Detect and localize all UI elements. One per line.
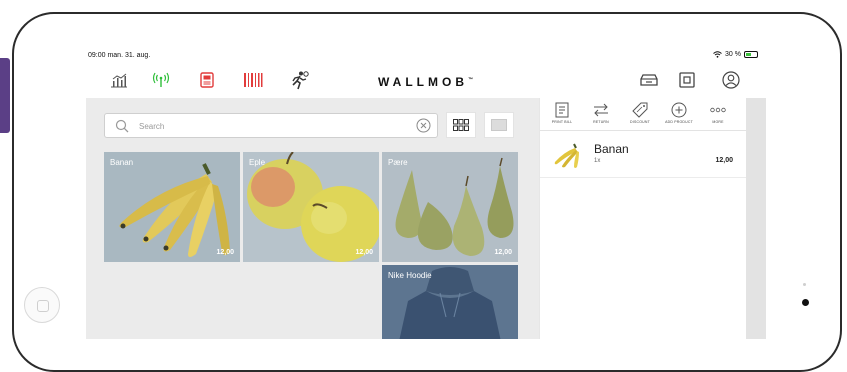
wifi-icon <box>713 51 722 58</box>
cart-item-price: 12,00 <box>715 157 733 164</box>
product-price: 12,00 <box>494 249 512 256</box>
running-person-icon[interactable] <box>288 69 310 91</box>
status-time: 09:00 man. 31. aug. <box>88 52 151 59</box>
print-bill-button[interactable]: PRINT BILL <box>544 100 580 130</box>
product-tile-paere[interactable]: Pære 12,00 <box>382 152 518 262</box>
action-label: MORE <box>712 120 724 124</box>
action-label: PRINT BILL <box>551 120 573 124</box>
print-bill-icon <box>555 102 569 118</box>
action-bar: PRINT BILL RETURN DISCOUNT ADD PRODUCT M… <box>540 98 747 131</box>
reader-icon[interactable] <box>676 69 698 91</box>
product-grid-area: Banan 12,00 Eple 12,00 <box>86 98 539 339</box>
action-label: ADD PRODUCT <box>665 120 693 124</box>
clear-search-icon[interactable] <box>416 118 431 133</box>
product-name: Pære <box>388 158 408 167</box>
barcode-icon[interactable] <box>242 69 264 91</box>
list-view-button[interactable] <box>484 112 514 138</box>
grid-view-button[interactable] <box>446 112 476 138</box>
banana-image <box>104 152 240 262</box>
cart-panel: PRINT BILL RETURN DISCOUNT ADD PRODUCT M… <box>539 98 747 339</box>
pear-image <box>382 152 518 262</box>
discount-tag-icon <box>632 102 648 118</box>
cash-drawer-icon[interactable] <box>638 69 660 91</box>
add-icon <box>671 102 687 118</box>
product-name: Banan <box>110 158 134 167</box>
search-icon <box>115 119 129 133</box>
banana-thumbnail <box>554 143 579 168</box>
product-price: 12,00 <box>355 249 373 256</box>
product-name: Eple <box>249 158 266 167</box>
user-icon[interactable] <box>720 69 742 91</box>
camera-dot <box>802 299 809 306</box>
right-edge-strip <box>746 98 766 339</box>
search-input[interactable] <box>139 119 409 133</box>
battery-percent: 30 % <box>725 51 741 58</box>
apple-image <box>243 152 379 262</box>
wallmob-logo: WALLMOB™ <box>378 75 473 89</box>
action-label: DISCOUNT <box>630 120 650 124</box>
stats-icon[interactable] <box>108 69 130 91</box>
status-right: 30 % <box>713 51 758 58</box>
product-name: Nike Hoodie <box>388 271 432 280</box>
battery-icon <box>744 51 758 58</box>
discount-button[interactable]: DISCOUNT <box>622 100 658 130</box>
background-purple-shape <box>0 58 10 133</box>
receipt-printer-icon[interactable] <box>196 69 218 91</box>
search-bar[interactable] <box>104 113 438 138</box>
app-screen: 09:00 man. 31. aug. 30 % WALLMOB™ Search… <box>86 49 766 339</box>
product-tile-nike-hoodie[interactable]: Nike Hoodie <box>382 265 518 339</box>
home-button[interactable] <box>24 287 60 323</box>
grid-view-icon <box>453 119 469 131</box>
status-bar: 09:00 man. 31. aug. 30 % <box>86 49 766 65</box>
return-icon <box>594 103 608 117</box>
list-view-icon <box>491 119 507 131</box>
wireless-icon[interactable] <box>150 69 172 91</box>
cart-line-item[interactable]: Banan 1x 12,00 <box>540 132 747 178</box>
more-dots-icon <box>710 107 726 113</box>
cart-item-name: Banan <box>594 142 629 156</box>
product-tile-eple[interactable]: Eple 12,00 <box>243 152 379 262</box>
add-product-button[interactable]: ADD PRODUCT <box>661 100 697 130</box>
top-toolbar: WALLMOB™ <box>86 65 766 98</box>
return-button[interactable]: RETURN <box>583 100 619 130</box>
action-label: RETURN <box>593 120 609 124</box>
product-tile-banan[interactable]: Banan 12,00 <box>104 152 240 262</box>
more-button[interactable]: MORE <box>700 100 736 130</box>
cart-item-qty: 1x <box>594 158 601 164</box>
product-price: 12,00 <box>216 249 234 256</box>
sensor-dot <box>803 283 806 286</box>
